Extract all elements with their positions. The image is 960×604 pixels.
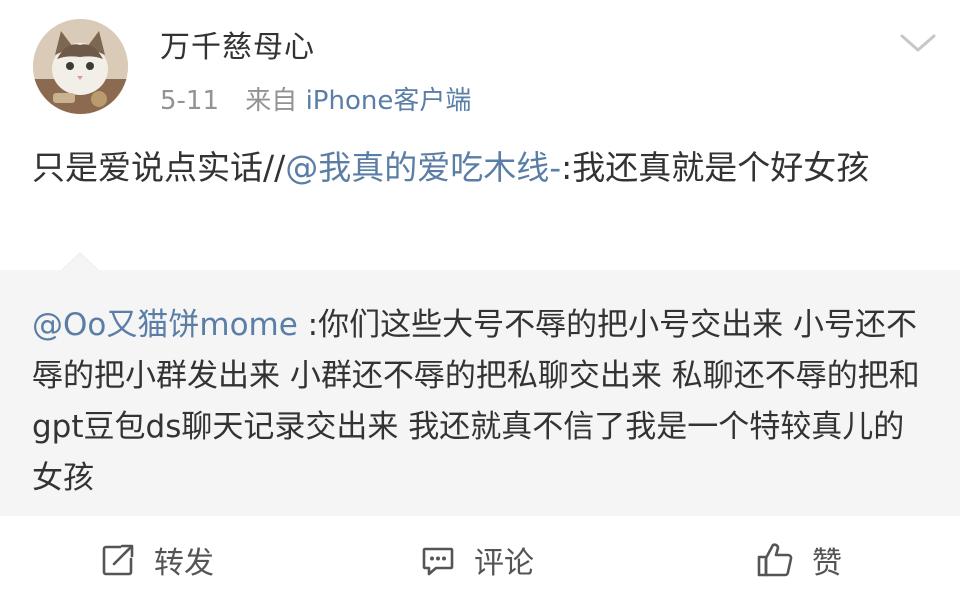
repost-content: @Oo又猫饼mome :你们这些大号不辱的把小号交出来 小号还不辱的把小群发出来… [32,300,927,504]
thumbs-up-icon [757,543,793,577]
repost-label: 转发 [154,546,214,581]
comment-bubble-icon [422,547,454,576]
like-button[interactable]: 赞 [756,516,842,604]
repost-mention-link[interactable]: @Oo又猫饼mome [32,307,298,343]
repost-button[interactable]: 转发 [100,516,214,604]
avatar[interactable] [33,19,128,114]
source-app[interactable]: iPhone客户端 [306,86,472,116]
repost-caret [62,252,98,270]
comment-label: 评论 [474,546,534,581]
post-text-after: :我还真就是个好女孩 [561,148,870,187]
cat-avatar-icon [33,19,128,114]
mention-link[interactable]: @我真的爱吃木线- [285,148,561,187]
post-meta: 5-11 来自 iPhone客户端 [160,80,471,117]
chevron-down-icon[interactable] [898,30,938,56]
author-name[interactable]: 万千慈母心 [160,22,315,66]
post-content: 只是爱说点实话//@我真的爱吃木线-:我还真就是个好女孩 [32,140,922,195]
share-edit-icon [102,544,134,576]
weibo-post: 万千慈母心 5-11 来自 iPhone客户端 只是爱说点实话//@我真的爱吃木… [0,0,960,604]
post-date: 5-11 [160,86,220,116]
source-prefix: 来自 [245,86,298,116]
like-label: 赞 [812,546,842,581]
comment-button[interactable]: 评论 [420,516,534,604]
post-text-before: 只是爱说点实话// [32,148,286,187]
action-bar: 转发 评论 赞 [0,516,960,604]
